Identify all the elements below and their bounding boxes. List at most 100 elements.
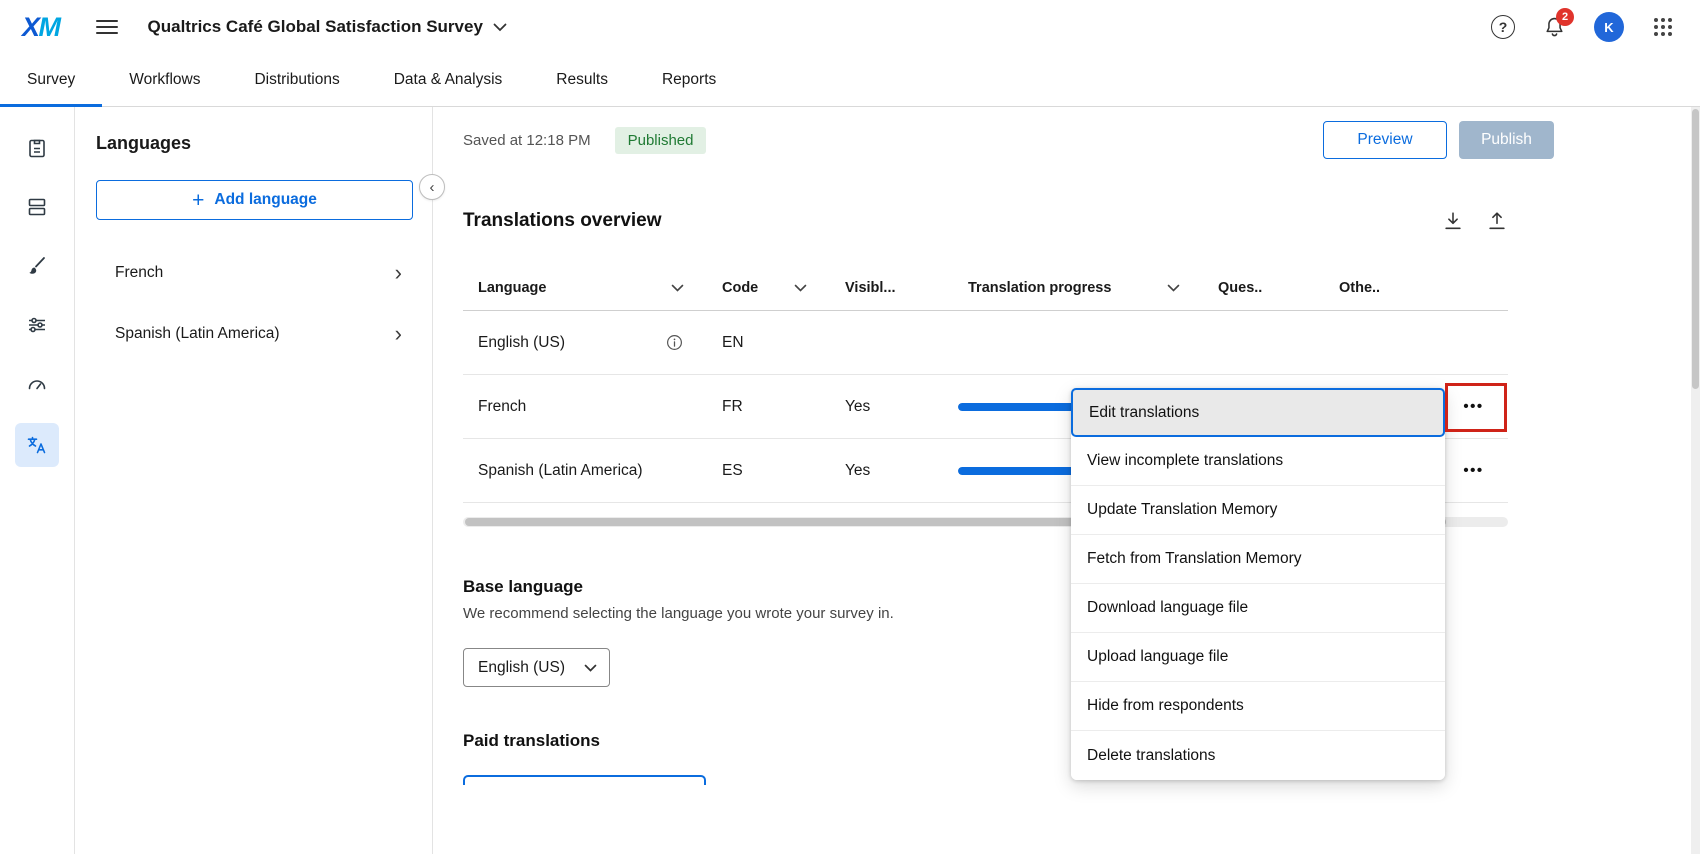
download-translations-button[interactable]: [1442, 210, 1464, 232]
languages-panel-title: Languages: [96, 133, 432, 154]
tab-label: Survey: [27, 71, 75, 89]
menu-item-hide-from-respondents[interactable]: Hide from respondents: [1071, 682, 1445, 731]
info-button[interactable]: [665, 333, 684, 352]
published-badge: Published: [615, 127, 707, 154]
language-name: English (US): [478, 334, 565, 352]
column-header-other: Othe..: [1339, 280, 1439, 296]
help-icon: ?: [1491, 15, 1515, 39]
row-actions-ellipsis-spanish[interactable]: •••: [1439, 462, 1508, 479]
chevron-down-icon: [493, 23, 507, 32]
download-icon: [1442, 210, 1464, 232]
tab-label: Distributions: [254, 71, 339, 89]
row-actions-ellipsis-french[interactable]: •••: [1439, 398, 1508, 415]
collapse-panel-button[interactable]: ‹: [419, 174, 445, 200]
chevron-right-icon: ›: [395, 321, 402, 347]
actions-cell: •••: [1439, 462, 1508, 480]
language-item-label: Spanish (Latin America): [115, 325, 280, 343]
rail-survey-options[interactable]: [15, 305, 59, 345]
table-row-english: English (US) EN: [463, 311, 1508, 375]
code-cell: EN: [722, 334, 845, 352]
column-label: Translation progress: [968, 280, 1111, 296]
primary-nav: Survey Workflows Distributions Data & An…: [0, 54, 1700, 107]
tab-label: Reports: [662, 71, 716, 89]
tab-results[interactable]: Results: [529, 54, 635, 106]
translations-overview-title: Translations overview: [463, 210, 662, 232]
paid-translations-cta-partial[interactable]: [463, 775, 706, 785]
code-cell: FR: [722, 398, 845, 416]
vertical-scrollbar: [1691, 107, 1700, 854]
topbar: XM Qualtrics Café Global Satisfaction Su…: [0, 0, 1700, 54]
publish-button[interactable]: Publish: [1459, 121, 1554, 159]
apps-menu-button[interactable]: [1652, 16, 1674, 38]
tab-workflows[interactable]: Workflows: [102, 54, 227, 106]
tab-survey[interactable]: Survey: [0, 54, 102, 106]
menu-item-update-translation-memory[interactable]: Update Translation Memory: [1071, 486, 1445, 535]
column-label: Othe..: [1339, 280, 1380, 296]
column-header-language[interactable]: Language: [463, 280, 722, 296]
add-language-button[interactable]: + Add language: [96, 180, 413, 220]
visible-cell: Yes: [845, 398, 958, 416]
blocks-icon: [25, 195, 49, 219]
rail-quotas[interactable]: [15, 364, 59, 404]
status-row: Saved at 12:18 PM Published Preview Publ…: [463, 121, 1554, 159]
preview-button[interactable]: Preview: [1323, 121, 1447, 159]
column-header-visible: Visibl...: [845, 280, 958, 296]
overview-actions: [1442, 210, 1508, 232]
vertical-scrollbar-thumb[interactable]: [1692, 109, 1699, 389]
notifications-button[interactable]: 2: [1543, 15, 1566, 39]
main-content: Saved at 12:18 PM Published Preview Publ…: [433, 107, 1700, 854]
column-header-progress[interactable]: Translation progress: [958, 280, 1218, 296]
menu-item-edit-translations[interactable]: Edit translations: [1071, 388, 1445, 437]
logo-x: X: [22, 12, 39, 42]
apps-grid-icon: [1652, 16, 1674, 38]
translations-overview-header: Translations overview: [463, 207, 1508, 235]
language-name: Spanish (Latin America): [478, 462, 643, 480]
plus-icon: +: [192, 190, 204, 211]
language-cell: English (US): [463, 333, 722, 352]
language-cell: French: [463, 398, 722, 416]
rail-survey-builder[interactable]: [15, 128, 59, 168]
column-label: Code: [722, 280, 758, 296]
chevron-right-icon: ›: [395, 260, 402, 286]
menu-item-delete-translations[interactable]: Delete translations: [1071, 731, 1445, 780]
table-header-row: Language Code Visibl... Translation prog…: [463, 265, 1508, 311]
actions-cell: •••: [1439, 398, 1508, 416]
language-item-french[interactable]: French ›: [75, 242, 432, 303]
tab-label: Workflows: [129, 71, 200, 89]
tab-distributions[interactable]: Distributions: [227, 54, 366, 106]
avatar[interactable]: K: [1594, 12, 1624, 42]
column-header-questions: Ques..: [1218, 280, 1339, 296]
survey-title: Qualtrics Café Global Satisfaction Surve…: [148, 17, 483, 37]
menu-item-upload-language-file[interactable]: Upload language file: [1071, 633, 1445, 682]
survey-title-dropdown[interactable]: Qualtrics Café Global Satisfaction Surve…: [148, 17, 507, 37]
language-item-spanish[interactable]: Spanish (Latin America) ›: [75, 303, 432, 364]
help-button[interactable]: ?: [1491, 15, 1515, 39]
saved-status: Saved at 12:18 PM: [463, 132, 591, 149]
left-icon-rail: [0, 107, 75, 854]
rail-look-and-feel[interactable]: [15, 246, 59, 286]
tab-reports[interactable]: Reports: [635, 54, 743, 106]
chevron-down-icon: [584, 664, 597, 672]
visible-cell: Yes: [845, 462, 958, 480]
status-buttons: Preview Publish: [1323, 121, 1554, 159]
rail-translations[interactable]: [15, 423, 59, 467]
gauge-icon: [25, 372, 49, 396]
rail-survey-flow[interactable]: [15, 187, 59, 227]
menu-item-fetch-from-translation-memory[interactable]: Fetch from Translation Memory: [1071, 535, 1445, 584]
hamburger-menu-icon[interactable]: [96, 19, 118, 35]
upload-translations-button[interactable]: [1486, 210, 1508, 232]
xm-logo[interactable]: XM: [22, 12, 60, 43]
translate-icon: [25, 433, 49, 457]
languages-panel: Languages + Add language French › Spanis…: [75, 107, 433, 854]
column-header-code[interactable]: Code: [722, 280, 845, 296]
base-language-selected-value: English (US): [478, 659, 565, 677]
column-label: Language: [478, 280, 546, 296]
tab-data-analysis[interactable]: Data & Analysis: [367, 54, 530, 106]
base-language-select[interactable]: English (US): [463, 648, 610, 687]
language-item-label: French: [115, 264, 163, 282]
topbar-actions: ? 2 K: [1491, 12, 1674, 42]
menu-item-view-incomplete-translations[interactable]: View incomplete translations: [1071, 437, 1445, 486]
language-cell: Spanish (Latin America): [463, 462, 722, 480]
menu-item-download-language-file[interactable]: Download language file: [1071, 584, 1445, 633]
row-actions-context-menu: Edit translations View incomplete transl…: [1071, 388, 1445, 780]
